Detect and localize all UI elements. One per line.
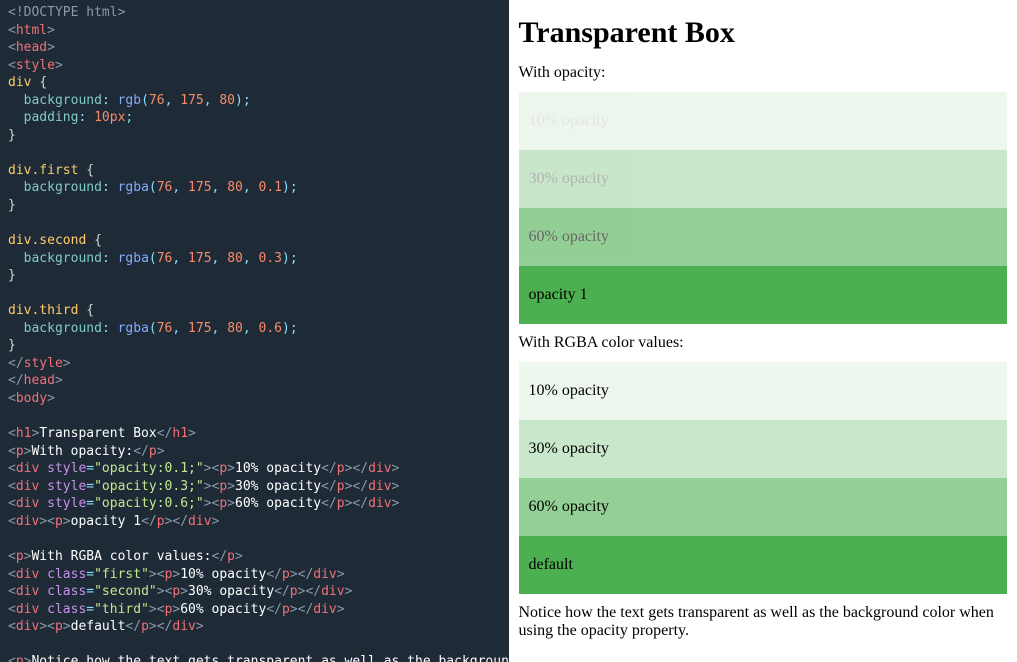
opacity-box-10: 10% opacity: [519, 92, 1008, 150]
rgba-text-10: 10% opacity: [529, 382, 998, 400]
rgba-text-60: 60% opacity: [529, 498, 998, 516]
rgba-box-30: 30% opacity: [519, 420, 1008, 478]
rgba-box-default: default: [519, 536, 1008, 594]
rgba-box-60: 60% opacity: [519, 478, 1008, 536]
with-rgba-label: With RGBA color values:: [519, 334, 1008, 352]
rgba-box-10: 10% opacity: [519, 362, 1008, 420]
rgba-text-30: 30% opacity: [529, 440, 998, 458]
rgba-text-default: default: [529, 556, 998, 574]
code-editor[interactable]: <!DOCTYPE html> <html> <head> <style> di…: [0, 0, 509, 662]
notice-text: Notice how the text gets transparent as …: [519, 604, 1008, 640]
opacity-box-full: opacity 1: [519, 266, 1008, 324]
opacity-text-full: opacity 1: [529, 286, 998, 304]
preview-title: Transparent Box: [519, 16, 1008, 50]
opacity-text-60: 60% opacity: [529, 228, 998, 246]
opacity-box-60: 60% opacity: [519, 208, 1008, 266]
opacity-box-30: 30% opacity: [519, 150, 1008, 208]
opacity-text-10: 10% opacity: [529, 112, 998, 130]
opacity-text-30: 30% opacity: [529, 170, 998, 188]
with-opacity-label: With opacity:: [519, 64, 1008, 82]
preview-pane: Transparent Box With opacity: 10% opacit…: [509, 0, 1017, 662]
